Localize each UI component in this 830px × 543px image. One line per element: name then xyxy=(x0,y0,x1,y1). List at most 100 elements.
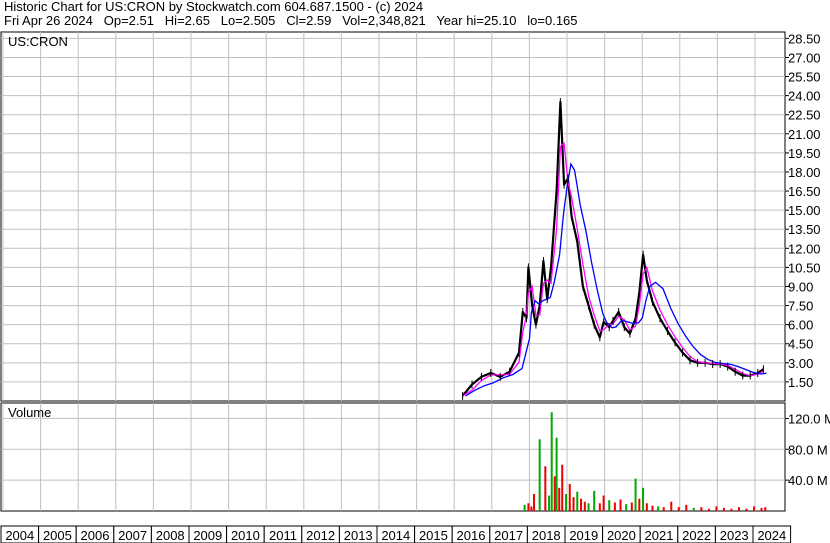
volume-bar xyxy=(583,501,586,511)
x-tick-label: 2006 xyxy=(81,528,110,543)
volume-bar xyxy=(760,507,763,511)
volume-bar xyxy=(619,499,622,511)
volume-bar xyxy=(685,504,688,511)
x-tick-label: 2008 xyxy=(156,528,185,543)
y-tick-label: 12.00 xyxy=(788,241,821,256)
y-tick-label: 7.50 xyxy=(788,299,813,314)
volume-bar xyxy=(587,503,590,511)
volume-bar xyxy=(670,501,673,511)
y-tick-label: 4.50 xyxy=(788,337,813,352)
volume-tick-label: 40.0 M xyxy=(788,473,828,488)
x-tick-label: 2019 xyxy=(569,528,598,543)
volume-bar xyxy=(730,508,733,511)
x-tick-label: 2014 xyxy=(381,528,410,543)
volume-bar xyxy=(662,507,665,511)
x-tick-label: 2020 xyxy=(607,528,636,543)
x-tick-label: 2009 xyxy=(193,528,222,543)
y-tick-label: 16.50 xyxy=(788,184,821,199)
x-tick-label: 2024 xyxy=(757,528,786,543)
volume-bar xyxy=(722,507,725,511)
volume-bar xyxy=(576,491,579,511)
ticker-label: US:CRON xyxy=(8,34,68,49)
y-tick-label: 25.50 xyxy=(788,70,821,85)
volume-bar xyxy=(753,506,755,511)
volume-series xyxy=(523,412,767,511)
volume-bar xyxy=(677,507,680,511)
volume-bar xyxy=(625,504,628,511)
y-tick-label: 22.50 xyxy=(788,108,821,123)
volume-bar xyxy=(548,495,551,511)
y-tick-label: 19.50 xyxy=(788,146,821,161)
y-tick-label: 13.50 xyxy=(788,222,821,237)
volume-bar xyxy=(530,506,533,511)
x-tick-label: 2007 xyxy=(118,528,147,543)
volume-bar xyxy=(555,437,558,511)
volume-bar xyxy=(593,490,596,511)
volume-bar xyxy=(533,494,536,511)
x-tick-label: 2010 xyxy=(231,528,260,543)
x-tick-label: 2013 xyxy=(344,528,373,543)
volume-bar xyxy=(707,508,710,511)
volume-label: Volume xyxy=(8,405,51,420)
x-tick-label: 2004 xyxy=(5,528,34,543)
price-line xyxy=(461,100,765,397)
volume-bar xyxy=(651,505,654,511)
y-tick-label: 1.50 xyxy=(788,375,813,390)
volume-bar xyxy=(598,503,601,511)
moving-average-long xyxy=(465,162,767,397)
volume-bar xyxy=(642,487,645,511)
y-tick-label: 15.00 xyxy=(788,203,821,218)
volume-bar xyxy=(634,478,637,511)
x-tick-label: 2005 xyxy=(43,528,72,543)
volume-tick-label: 80.0 M xyxy=(788,442,828,457)
y-tick-label: 18.00 xyxy=(788,165,821,180)
grid xyxy=(1,32,785,511)
volume-bar xyxy=(553,476,556,511)
chart-window: Historic Chart for US:CRON by Stockwatch… xyxy=(0,0,830,543)
volume-bar xyxy=(572,497,575,511)
x-tick-label: 2012 xyxy=(306,528,335,543)
volume-bar xyxy=(745,508,748,511)
volume-bar xyxy=(764,507,767,511)
y-tick-label: 3.00 xyxy=(788,356,813,371)
volume-bar xyxy=(715,506,718,511)
volume-bar xyxy=(561,464,564,511)
volume-bar xyxy=(568,484,571,511)
volume-bar xyxy=(737,507,740,511)
y-tick-label: 24.00 xyxy=(788,89,821,104)
x-tick-label: 2022 xyxy=(682,528,711,543)
volume-bar xyxy=(523,504,526,511)
volume-bar xyxy=(613,502,616,511)
volume-bar xyxy=(692,507,695,511)
volume-bar xyxy=(538,439,541,511)
y-tick-label: 10.50 xyxy=(788,260,821,275)
axes: 2004 2005 2006 2007 2008 2009 2010 2011 2012 2013… xyxy=(0,31,830,543)
x-tick-label: 2021 xyxy=(645,528,674,543)
x-tick-label: 2015 xyxy=(419,528,448,543)
volume-bar xyxy=(645,503,648,511)
volume-bar xyxy=(544,466,547,511)
moving-average-short xyxy=(462,141,764,397)
volume-bar xyxy=(657,506,660,511)
volume-bar xyxy=(550,412,553,511)
volume-bar xyxy=(608,500,611,511)
y-tick-label: 27.00 xyxy=(788,50,821,65)
volume-bar xyxy=(630,502,633,511)
x-tick-label: 2017 xyxy=(494,528,523,543)
stock-chart: 2004 2005 2006 2007 2008 2009 2010 2011 2012 2013… xyxy=(0,31,830,543)
volume-bar xyxy=(565,494,567,511)
volume-bar xyxy=(580,498,583,511)
volume-bar xyxy=(527,503,530,511)
volume-bar xyxy=(558,487,561,511)
volume-bar xyxy=(700,507,703,511)
x-tick-label: 2023 xyxy=(720,528,749,543)
volume-panel-frame xyxy=(0,402,786,512)
x-tick-label: 2018 xyxy=(532,528,561,543)
x-tick-label: 2016 xyxy=(457,528,486,543)
price-panel-frame xyxy=(0,31,786,402)
volume-bar xyxy=(638,498,641,511)
volume-tick-label: 120.0 M xyxy=(788,411,830,426)
y-tick-label: 21.00 xyxy=(788,127,821,142)
y-tick-label: 9.00 xyxy=(788,279,813,294)
volume-bar xyxy=(602,495,605,511)
